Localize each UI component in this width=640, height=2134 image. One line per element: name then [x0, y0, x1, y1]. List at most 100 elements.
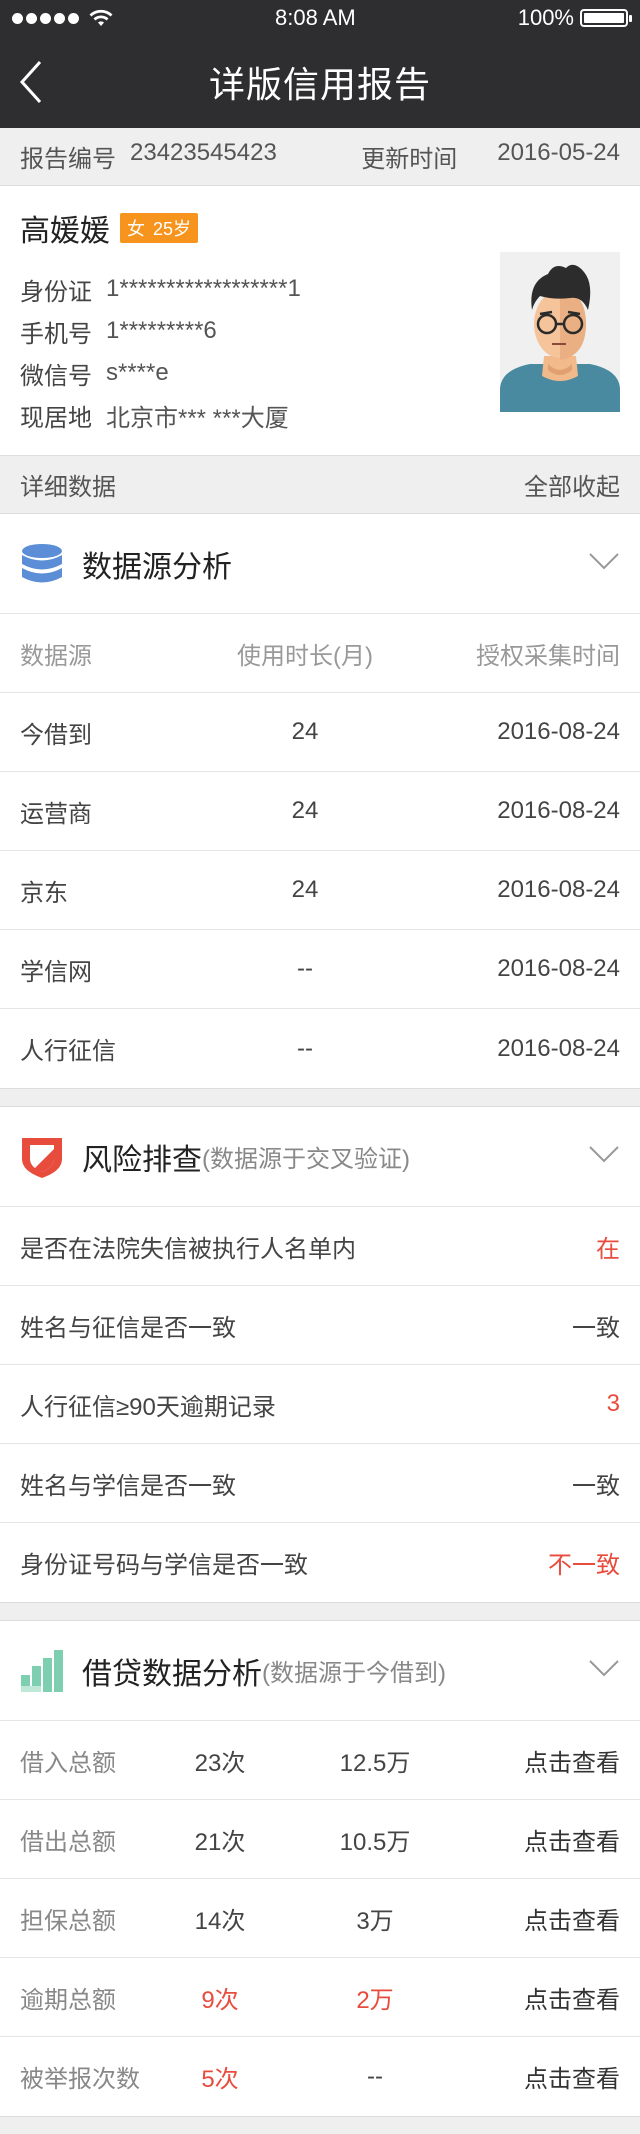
risk-row: 姓名与学信是否一致 一致 — [0, 1444, 640, 1523]
loan-count: 23次 — [194, 1749, 246, 1777]
view-detail-link[interactable]: 点击查看 — [460, 1980, 620, 2015]
loan-count: 5次 — [201, 2066, 239, 2093]
section-divider — [0, 1089, 640, 1107]
loan-count: 14次 — [194, 1907, 246, 1935]
table-row: 京东 24 2016-08-24 — [0, 851, 640, 930]
usage-months: -- — [297, 1034, 313, 1062]
loan-row: 担保总额 14次 3万 点击查看 — [0, 1879, 640, 1958]
usage-months: 24 — [291, 718, 319, 745]
auth-date: 2016-08-24 — [497, 1034, 620, 1062]
risk-row: 身份证号码与学信是否一致 不一致 — [0, 1523, 640, 1602]
data-source-card: 数据源分析 数据源 使用时长(月) 授权采集时间 今借到 24 2016-08-… — [0, 514, 640, 1089]
risk-row: 姓名与征信是否一致 一致 — [0, 1286, 640, 1365]
loan-amount: 2万 — [356, 1986, 394, 2014]
navigation-bar: 详版信用报告 — [0, 36, 640, 128]
auth-date: 2016-08-24 — [497, 955, 620, 982]
info-label: 微信号 — [20, 362, 92, 390]
chevron-down-icon[interactable] — [588, 1657, 620, 1679]
risk-row: 是否在法院失信被执行人名单内 在 — [0, 1207, 640, 1286]
source-name: 运营商 — [20, 800, 92, 828]
loan-count: 9次 — [201, 1986, 239, 2014]
data-source-title: 数据源分析 — [82, 550, 232, 584]
loan-row: 被举报次数 5次 -- 点击查看 — [0, 2037, 640, 2116]
loan-card: 借贷数据分析 (数据源于今借到) 借入总额 23次 12.5万 点击查看 借出总… — [0, 1621, 640, 2117]
loan-subtitle: (数据源于今借到) — [262, 1660, 446, 1687]
chevron-down-icon[interactable] — [588, 550, 620, 572]
update-date: 2016-05-24 — [497, 139, 620, 166]
section-divider — [0, 2117, 640, 2134]
column-header: 数据源 — [20, 642, 92, 670]
shield-icon — [22, 1137, 62, 1178]
report-number: 23423545423 — [130, 139, 277, 166]
info-label: 手机号 — [20, 320, 92, 348]
column-header: 授权采集时间 — [476, 642, 620, 670]
auth-date: 2016-08-24 — [497, 876, 620, 903]
risk-subtitle: (数据源于交叉验证) — [202, 1146, 410, 1173]
source-name: 今借到 — [20, 721, 92, 749]
loan-label: 担保总额 — [20, 1907, 116, 1935]
risk-value: 一致 — [572, 1472, 620, 1500]
gender-age-badge: 女 25岁 — [120, 213, 199, 243]
loan-label: 被举报次数 — [20, 2066, 140, 2093]
risk-title: 风险排查 — [82, 1143, 202, 1177]
view-detail-link[interactable]: 点击查看 — [460, 2059, 620, 2094]
view-detail-link[interactable]: 点击查看 — [460, 1901, 620, 1936]
risk-row: 人行征信≥90天逾期记录 3 — [0, 1365, 640, 1444]
risk-value: 3 — [606, 1390, 620, 1417]
bar-chart-icon — [21, 1649, 63, 1692]
battery-percent: 100% — [517, 5, 574, 30]
loan-row: 借出总额 21次 10.5万 点击查看 — [0, 1800, 640, 1879]
avatar — [500, 252, 620, 412]
table-row: 今借到 24 2016-08-24 — [0, 693, 640, 772]
detail-data-bar: 详细数据 全部收起 — [0, 456, 640, 514]
usage-months: -- — [297, 955, 313, 982]
wifi-icon — [89, 9, 113, 26]
loan-label: 借入总额 — [20, 1749, 116, 1777]
loan-header[interactable]: 借贷数据分析 (数据源于今借到) — [0, 1621, 640, 1721]
info-value: 1******************1 — [106, 275, 301, 302]
update-time-label: 更新时间 — [361, 146, 458, 173]
section-divider — [0, 1603, 640, 1621]
signal-dots-icon — [12, 12, 79, 24]
data-source-header[interactable]: 数据源分析 — [0, 514, 640, 614]
auth-date: 2016-08-24 — [497, 797, 620, 824]
report-number-label: 报告编号 — [20, 146, 116, 173]
database-icon — [22, 543, 62, 582]
info-label: 现居地 — [20, 404, 92, 432]
chevron-down-icon[interactable] — [588, 1143, 620, 1165]
loan-label: 借出总额 — [20, 1828, 116, 1856]
back-arrow-icon[interactable] — [14, 58, 58, 106]
profile-card: 高媛媛 女 25岁 身份证 1******************1 手机号 1… — [0, 186, 640, 456]
risk-value: 一致 — [572, 1314, 620, 1342]
loan-count: 21次 — [194, 1828, 246, 1856]
source-name: 京东 — [20, 879, 68, 907]
table-row: 人行征信 -- 2016-08-24 — [0, 1009, 640, 1088]
risk-header[interactable]: 风险排查 (数据源于交叉验证) — [0, 1107, 640, 1207]
info-label: 身份证 — [20, 278, 92, 306]
collapse-all-button[interactable]: 全部收起 — [524, 467, 620, 502]
battery-icon — [580, 9, 632, 27]
usage-months: 24 — [291, 876, 319, 903]
loan-amount: 10.5万 — [339, 1828, 411, 1856]
table-row: 运营商 24 2016-08-24 — [0, 772, 640, 851]
table-row: 学信网 -- 2016-08-24 — [0, 930, 640, 1009]
status-time: 8:08 AM — [275, 5, 356, 30]
loan-amount: 12.5万 — [339, 1749, 411, 1777]
risk-label: 姓名与征信是否一致 — [20, 1314, 236, 1342]
view-detail-link[interactable]: 点击查看 — [460, 1743, 620, 1778]
view-detail-link[interactable]: 点击查看 — [460, 1822, 620, 1857]
risk-card: 风险排查 (数据源于交叉验证) 是否在法院失信被执行人名单内 在 姓名与征信是否… — [0, 1107, 640, 1603]
source-name: 学信网 — [20, 958, 92, 986]
column-header: 使用时长(月) — [237, 642, 373, 670]
source-name: 人行征信 — [20, 1038, 116, 1065]
report-meta-bar: 报告编号 23423545423 更新时间 2016-05-24 — [0, 128, 640, 186]
user-name: 高媛媛 — [20, 215, 110, 248]
page-title: 详版信用报告 — [208, 64, 431, 105]
table-header: 数据源 使用时长(月) 授权采集时间 — [0, 614, 640, 693]
loan-amount: -- — [367, 2062, 383, 2090]
loan-row: 借入总额 23次 12.5万 点击查看 — [0, 1721, 640, 1800]
info-value: 北京市*** ***大厦 — [106, 404, 289, 432]
risk-label: 是否在法院失信被执行人名单内 — [20, 1235, 356, 1263]
loan-row: 逾期总额 9次 2万 点击查看 — [0, 1958, 640, 2037]
risk-label: 人行征信≥90天逾期记录 — [20, 1393, 276, 1421]
